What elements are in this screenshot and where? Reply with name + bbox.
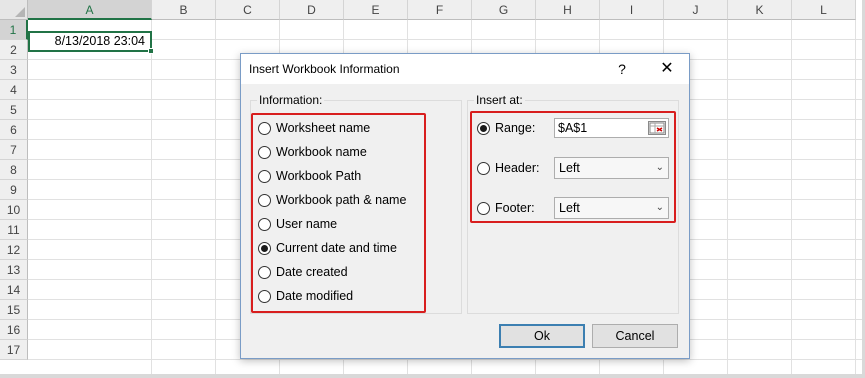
column-header-g[interactable]: G [472,0,536,20]
gridline-vertical [151,20,152,374]
gridline-vertical [727,20,728,374]
gridline-horizontal [28,359,862,360]
row-header-4[interactable]: 4 [0,80,28,100]
row-header-9[interactable]: 9 [0,180,28,200]
column-header-h[interactable]: H [536,0,600,20]
select-all-corner[interactable] [0,0,28,20]
ok-button[interactable]: Ok [499,324,585,348]
gridline-vertical [215,20,216,374]
row-header-8[interactable]: 8 [0,160,28,180]
column-header-k[interactable]: K [728,0,792,20]
dialog-title: Insert Workbook Information [249,62,400,76]
help-button[interactable]: ? [609,56,635,82]
row-header-15[interactable]: 15 [0,300,28,320]
close-button[interactable]: ✕ [649,56,685,82]
row-header-12[interactable]: 12 [0,240,28,260]
row-header-11[interactable]: 11 [0,220,28,240]
insert-at-highlight-box [470,111,676,223]
row-header-3[interactable]: 3 [0,60,28,80]
row-header-1[interactable]: 1 [0,20,28,40]
row-header-16[interactable]: 16 [0,320,28,340]
row-header-10[interactable]: 10 [0,200,28,220]
column-header-a[interactable]: A [28,0,152,20]
column-header-d[interactable]: D [280,0,344,20]
row-header-2[interactable]: 2 [0,40,28,60]
row-header-7[interactable]: 7 [0,140,28,160]
column-header-c[interactable]: C [216,0,280,20]
row-header-13[interactable]: 13 [0,260,28,280]
sheet-bottom-edge [0,374,865,378]
insert-at-label: Insert at: [474,93,525,107]
cell-a1-value: 8/13/2018 23:04 [54,34,145,48]
gridline-vertical [791,20,792,374]
row-header-17[interactable]: 17 [0,340,28,360]
column-header-i[interactable]: I [600,0,664,20]
fill-handle[interactable] [148,48,154,54]
column-header-j[interactable]: J [664,0,728,20]
column-header-e[interactable]: E [344,0,408,20]
gridline-horizontal [28,39,862,40]
column-header-l[interactable]: L [792,0,856,20]
gridline-vertical [855,20,856,374]
information-label: Information: [257,93,325,107]
column-header-b[interactable]: B [152,0,216,20]
column-header-f[interactable]: F [408,0,472,20]
row-header-6[interactable]: 6 [0,120,28,140]
insert-workbook-information-dialog: Insert Workbook Information ? ✕ Informat… [240,53,690,359]
row-header-14[interactable]: 14 [0,280,28,300]
cancel-button[interactable]: Cancel [592,324,678,348]
dialog-titlebar: Insert Workbook Information ? ✕ [241,54,689,84]
row-header-5[interactable]: 5 [0,100,28,120]
information-highlight-box [251,113,426,313]
cell-a1[interactable]: 8/13/2018 23:04 [28,31,154,54]
